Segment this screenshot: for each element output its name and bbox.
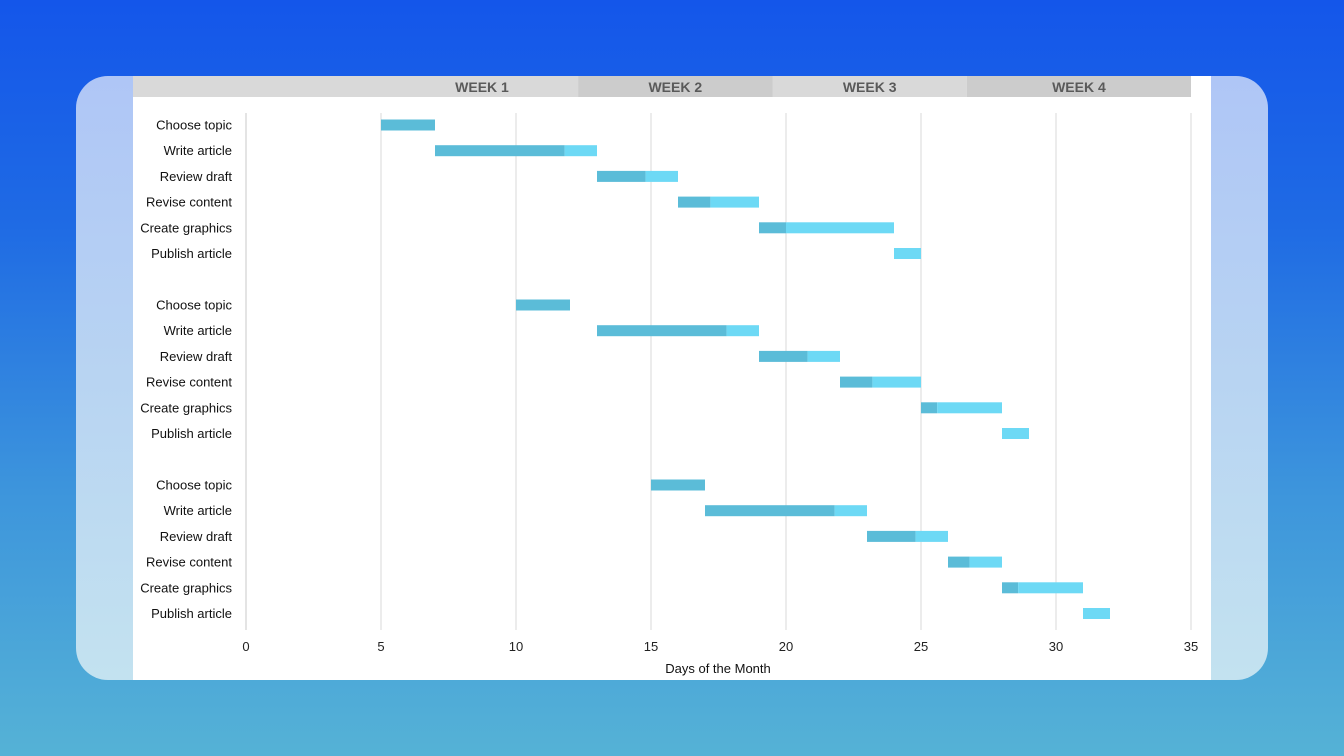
bar-completed (678, 196, 711, 208)
bar-remaining (834, 505, 867, 517)
week-label-3: WEEK 3 (843, 79, 897, 95)
bar-completed (381, 119, 435, 131)
bar-remaining (564, 145, 597, 157)
task-label: Publish article (151, 246, 232, 261)
task-label: Write article (164, 143, 232, 158)
gantt-chart: WEEK 1 WEEK 2 WEEK 3 WEEK 4 Choose topic Wri… (133, 76, 1198, 676)
x-tick-label: 15 (644, 639, 658, 654)
week-header: WEEK 1 WEEK 2 WEEK 3 WEEK 4 (133, 76, 1191, 97)
bar-completed (435, 145, 565, 157)
bar-completed (840, 376, 873, 388)
task-bars (381, 119, 1110, 619)
week-label-1: WEEK 1 (455, 79, 509, 95)
week-band-1 (133, 76, 579, 97)
task-label: Choose topic (156, 118, 232, 133)
x-tick-label: 0 (242, 639, 249, 654)
week-label-2: WEEK 2 (648, 79, 702, 95)
task-label: Write article (164, 323, 232, 338)
task-label: Create graphics (140, 220, 232, 235)
bar-completed (867, 530, 916, 542)
x-tick-label: 35 (1184, 639, 1198, 654)
task-label: Publish article (151, 426, 232, 441)
bar-completed (921, 402, 938, 414)
bar-completed (651, 479, 705, 491)
bar-completed (759, 350, 808, 362)
x-tick-label: 30 (1049, 639, 1063, 654)
bar-remaining (1018, 582, 1083, 594)
bar-remaining (726, 325, 759, 337)
task-label: Review draft (160, 529, 233, 544)
gridlines (245, 113, 1192, 630)
bar-completed (516, 299, 570, 311)
x-tick-label: 20 (779, 639, 793, 654)
bar-remaining (1002, 428, 1029, 439)
task-label: Review draft (160, 169, 233, 184)
task-labels: Choose topic Write article Review draft Rev… (140, 118, 232, 622)
x-axis-title: Days of the Month (665, 661, 771, 676)
x-tick-label: 10 (509, 639, 523, 654)
bar-remaining (969, 556, 1002, 568)
bar-remaining (872, 376, 921, 388)
bar-remaining (710, 196, 759, 208)
task-label: Revise content (146, 375, 232, 390)
x-tick-label: 25 (914, 639, 928, 654)
bar-remaining (645, 170, 678, 182)
bar-completed (948, 556, 970, 568)
bar-remaining (807, 350, 840, 362)
task-label: Publish article (151, 606, 232, 621)
bar-remaining (915, 530, 948, 542)
task-label: Review draft (160, 349, 233, 364)
x-tick-label: 5 (377, 639, 384, 654)
task-label: Choose topic (156, 298, 232, 313)
task-label: Create graphics (140, 400, 232, 415)
bar-remaining (786, 222, 894, 234)
x-axis-ticks: 0 5 10 15 20 25 30 35 (242, 639, 1198, 654)
task-label: Revise content (146, 195, 232, 210)
task-label: Write article (164, 503, 232, 518)
task-label: Create graphics (140, 580, 232, 595)
bar-completed (597, 170, 646, 182)
bar-remaining (894, 248, 921, 259)
bar-completed (1002, 582, 1019, 594)
week-label-4: WEEK 4 (1052, 79, 1106, 95)
bar-completed (597, 325, 727, 337)
task-label: Choose topic (156, 478, 232, 493)
bar-remaining (1083, 608, 1110, 619)
bar-completed (759, 222, 786, 234)
bar-remaining (937, 402, 1002, 414)
task-label: Revise content (146, 555, 232, 570)
bar-completed (705, 505, 835, 517)
